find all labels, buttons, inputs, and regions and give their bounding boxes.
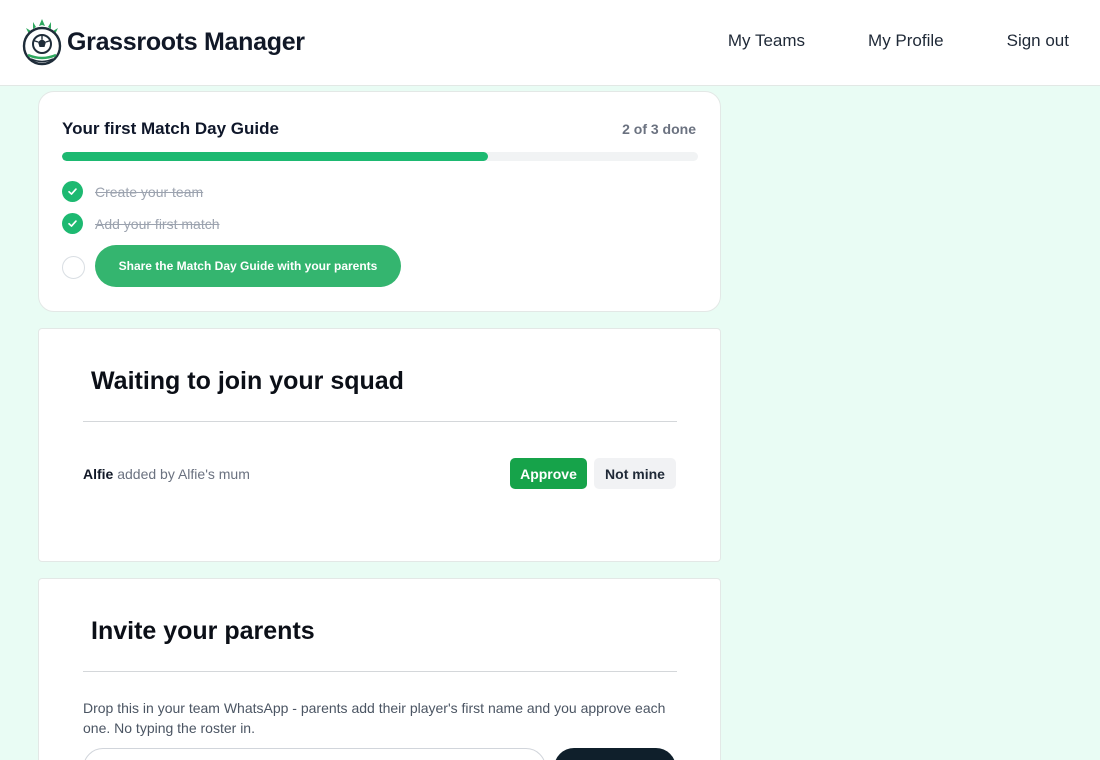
invite-link-field[interactable] (83, 748, 546, 760)
guide-progress-bar (62, 152, 698, 161)
top-nav: My Teams My Profile Sign out (665, 31, 1069, 51)
guide-progress-fill (62, 152, 489, 161)
nav-my-teams[interactable]: My Teams (728, 31, 805, 51)
player-name: Alfie (83, 466, 114, 482)
nav-my-profile[interactable]: My Profile (868, 31, 944, 51)
guide-step-label: Create your team (95, 183, 204, 200)
guide-progress-count: 2 of 3 done (622, 121, 696, 137)
invite-description: Drop this in your team WhatsApp - parent… (83, 700, 666, 736)
guide-step-add-match: Add your first match (62, 213, 220, 234)
approve-button[interactable]: Approve (510, 458, 587, 489)
brand[interactable]: Grassroots Manager (20, 16, 305, 68)
invite-parents-card: Invite your parents Drop this in your te… (38, 578, 721, 760)
join-requests-card: Waiting to join your squad Alfie added b… (38, 328, 721, 562)
guide-step-share (62, 256, 85, 279)
copy-invite-button[interactable] (554, 748, 676, 760)
not-mine-button[interactable]: Not mine (594, 458, 676, 489)
share-guide-button[interactable]: Share the Match Day Guide with your pare… (95, 245, 401, 287)
divider (83, 671, 677, 672)
empty-circle-icon (62, 256, 85, 279)
nav-sign-out[interactable]: Sign out (1007, 31, 1069, 51)
check-circle-icon (62, 181, 83, 202)
brand-name: Grassroots Manager (67, 27, 305, 56)
divider (83, 421, 677, 422)
match-day-guide-card: Your first Match Day Guide 2 of 3 done C… (38, 91, 721, 312)
join-requests-title: Waiting to join your squad (91, 367, 404, 395)
check-circle-icon (62, 213, 83, 234)
added-by-text: added by Alfie's mum (117, 466, 250, 482)
invite-title: Invite your parents (91, 617, 315, 645)
guide-step-create-team: Create your team (62, 181, 203, 202)
guide-step-label: Add your first match (95, 215, 220, 232)
app-header: Grassroots Manager My Teams My Profile S… (0, 0, 1100, 86)
join-request-row: Alfie added by Alfie's mum (83, 466, 250, 482)
football-crest-icon (22, 19, 62, 66)
guide-title: Your first Match Day Guide (62, 119, 279, 138)
